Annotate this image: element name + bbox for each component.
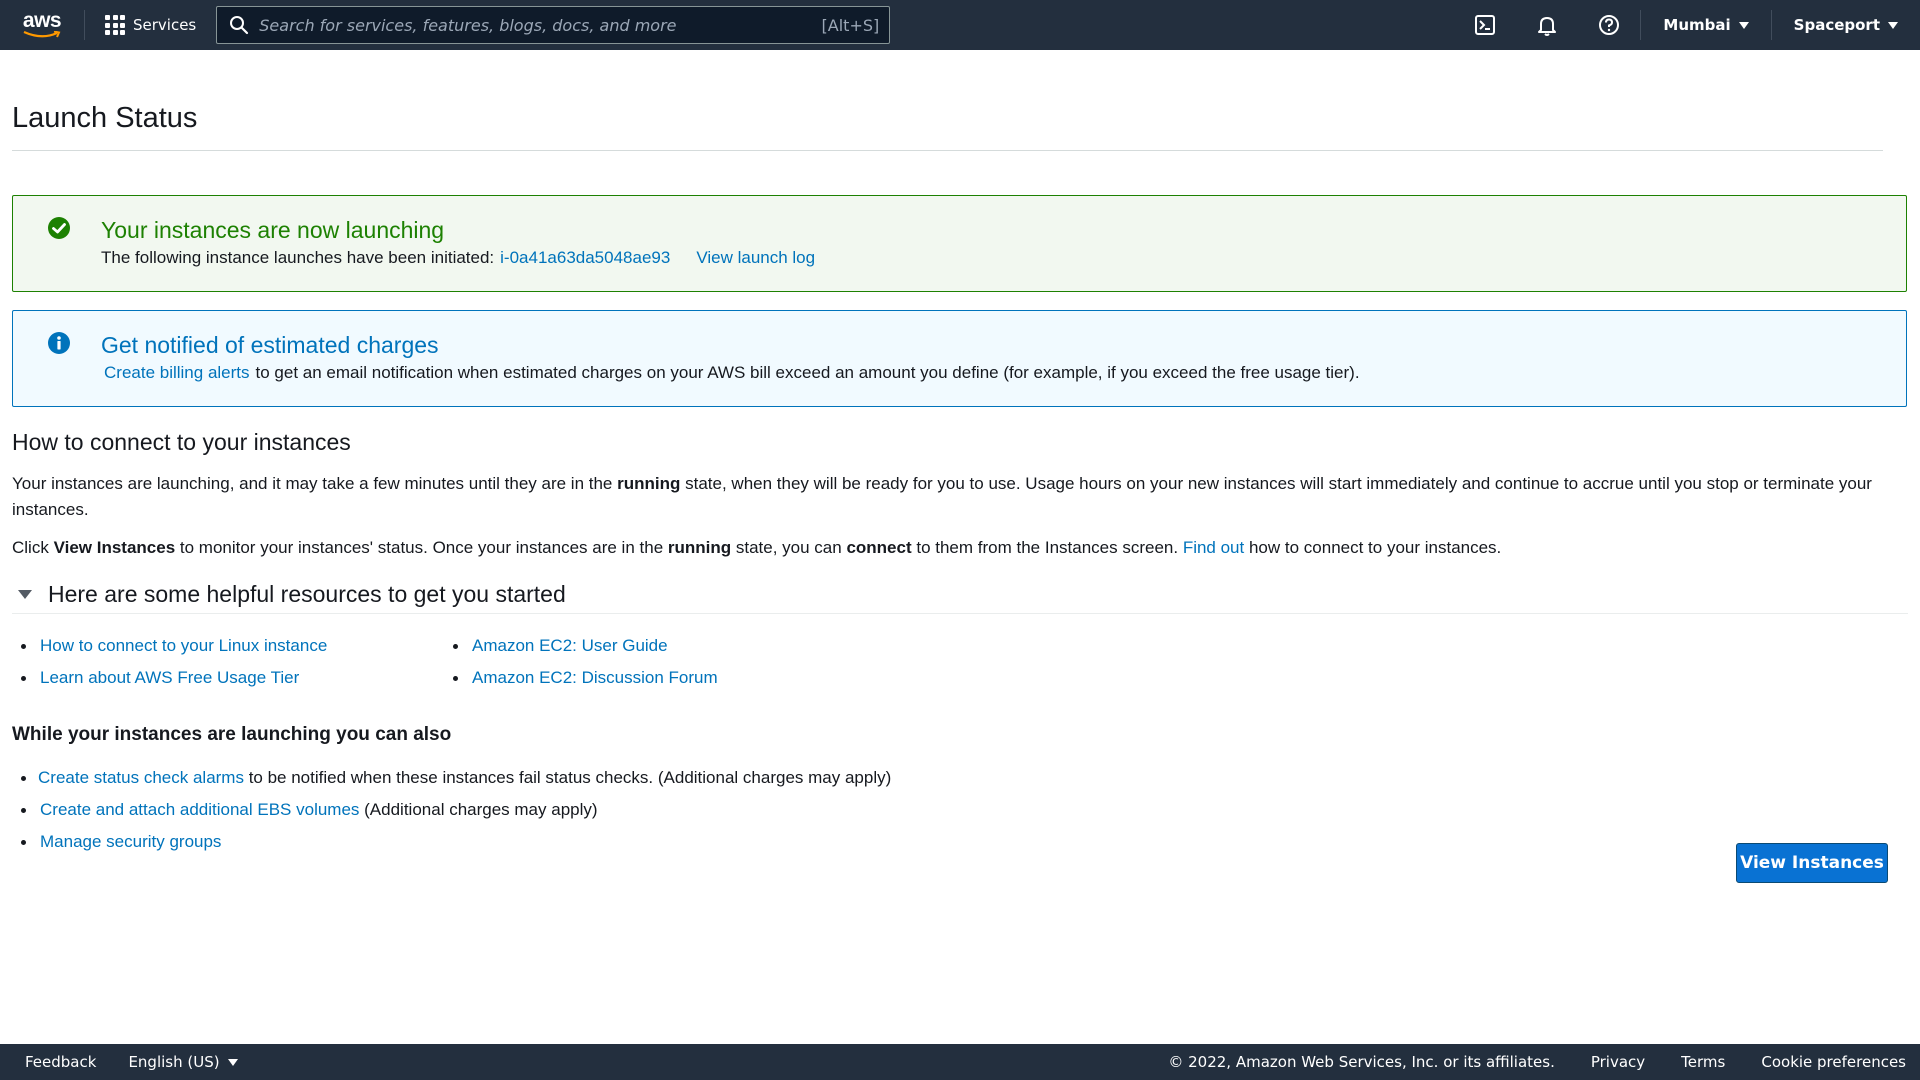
list-item: How to connect to your Linux instance [12,630,444,662]
info-alert-title: Get notified of estimated charges [101,332,439,358]
text-segment: to monitor your instances' status. Once … [175,538,668,557]
list-item-text: (Additional charges may apply) [359,800,598,819]
resources-expander[interactable]: Here are some helpful resources to get y… [12,581,1908,608]
check-circle-icon [48,217,70,239]
info-alert-body: Create billing alerts to get an email not… [101,362,1886,384]
caret-down-icon [18,590,32,599]
region-selector[interactable]: Mumbai [1641,0,1770,50]
notifications-button[interactable] [1516,0,1578,50]
list-item-text: to be notified when these instances fail… [243,768,892,787]
info-alert: Get notified of estimated charges Create… [12,310,1907,407]
aws-smile-icon [23,31,61,38]
list-item: Manage security groups [12,826,1908,858]
aws-logo[interactable]: aws [0,0,84,50]
bold-view-instances: View Instances [53,538,176,557]
resources-column-1: How to connect to your Linux instance Le… [12,630,444,694]
success-alert-text: The following instance launches have bee… [101,248,495,267]
list-item: Amazon EC2: Discussion Forum [444,662,876,694]
search-shortcut-hint: [Alt+S] [821,15,880,35]
list-item: Create status check alarms to be notifie… [12,762,1908,794]
ebs-volumes-link[interactable]: Create and attach additional EBS volumes [40,800,359,819]
resources-column-2: Amazon EC2: User Guide Amazon EC2: Discu… [444,630,876,694]
also-list: Create status check alarms to be notifie… [12,762,1908,858]
security-groups-link[interactable]: Manage security groups [40,832,221,851]
find-out-link[interactable]: Find out [1183,538,1244,557]
view-instances-button[interactable]: View Instances [1736,843,1888,883]
page-title: Launch Status [12,102,198,134]
resources-list: How to connect to your Linux instance Le… [12,630,1908,694]
list-item: Create and attach additional EBS volumes… [12,794,1908,826]
main-content: Launch Status Your instances are now lau… [12,50,1908,858]
search-input[interactable] [259,15,822,35]
view-launch-log-link[interactable]: View launch log [696,248,815,267]
help-icon [1599,15,1620,35]
caret-down-icon [1738,21,1749,29]
language-label: English (US) [128,1053,220,1071]
connect-paragraph-1: Your instances are launching, and it may… [12,471,1902,523]
list-item: Amazon EC2: User Guide [444,630,876,662]
connect-heading: How to connect to your instances [12,429,351,455]
title-divider [12,150,1883,151]
copyright-text: © 2022, Amazon Web Services, Inc. or its… [1168,1053,1555,1071]
cookie-preferences-link[interactable]: Cookie preferences [1725,1053,1906,1071]
help-button[interactable] [1578,0,1640,50]
privacy-link[interactable]: Privacy [1555,1053,1645,1071]
status-check-alarms-link[interactable]: Create status check alarms [38,768,244,787]
search-icon [230,16,249,35]
text-segment: state, you can [731,538,847,557]
account-label: Spaceport [1793,16,1880,34]
free-tier-link[interactable]: Learn about AWS Free Usage Tier [40,668,299,687]
bold-running: running [617,474,681,493]
nav-right-group: Mumbai Spaceport [1454,0,1920,50]
resources-divider [12,613,1908,614]
success-alert-title: Your instances are now launching [101,217,445,243]
region-label: Mumbai [1663,16,1731,34]
resources-heading: Here are some helpful resources to get y… [48,581,566,607]
language-selector[interactable]: English (US) [108,1053,238,1071]
success-alert-body: The following instance launches have bee… [101,247,1886,269]
grid-icon [105,15,125,35]
instance-id-link[interactable]: i-0a41a63da5048ae93 [500,248,670,267]
footer: Feedback English (US) © 2022, Amazon Web… [0,1044,1920,1080]
info-alert-text: to get an email notification when estima… [255,363,1360,382]
services-menu-button[interactable]: Services [85,0,214,50]
caret-down-icon [227,1058,238,1066]
text-segment: to them from the Instances screen. [911,538,1183,557]
bold-connect: connect [846,538,912,557]
text-segment: Click [12,538,54,557]
discussion-forum-link[interactable]: Amazon EC2: Discussion Forum [472,668,718,687]
feedback-link[interactable]: Feedback [13,1053,108,1071]
cloudshell-icon [1475,15,1496,35]
cloudshell-button[interactable] [1454,0,1516,50]
account-menu[interactable]: Spaceport [1772,0,1920,50]
info-circle-icon [48,332,70,354]
terms-link[interactable]: Terms [1645,1053,1725,1071]
list-item: Learn about AWS Free Usage Tier [12,662,444,694]
text-segment: how to connect to your instances. [1244,538,1502,557]
search-box[interactable]: [Alt+S] [216,6,891,44]
success-alert: Your instances are now launching The fol… [12,195,1907,292]
create-billing-alerts-link[interactable]: Create billing alerts [104,363,250,382]
bell-icon [1538,17,1557,36]
bold-running: running [667,538,732,557]
services-label: Services [133,16,197,34]
caret-down-icon [1888,21,1898,29]
top-navigation: aws Services [Alt+S] [0,0,1920,50]
linux-connect-link[interactable]: How to connect to your Linux instance [40,636,327,655]
text-segment: Your instances are launching, and it may… [12,474,618,493]
connect-paragraph-2: Click View Instances to monitor your ins… [12,535,1902,561]
also-heading: While your instances are launching you c… [12,724,452,745]
aws-logo-text: aws [22,9,62,32]
user-guide-link[interactable]: Amazon EC2: User Guide [472,636,668,655]
